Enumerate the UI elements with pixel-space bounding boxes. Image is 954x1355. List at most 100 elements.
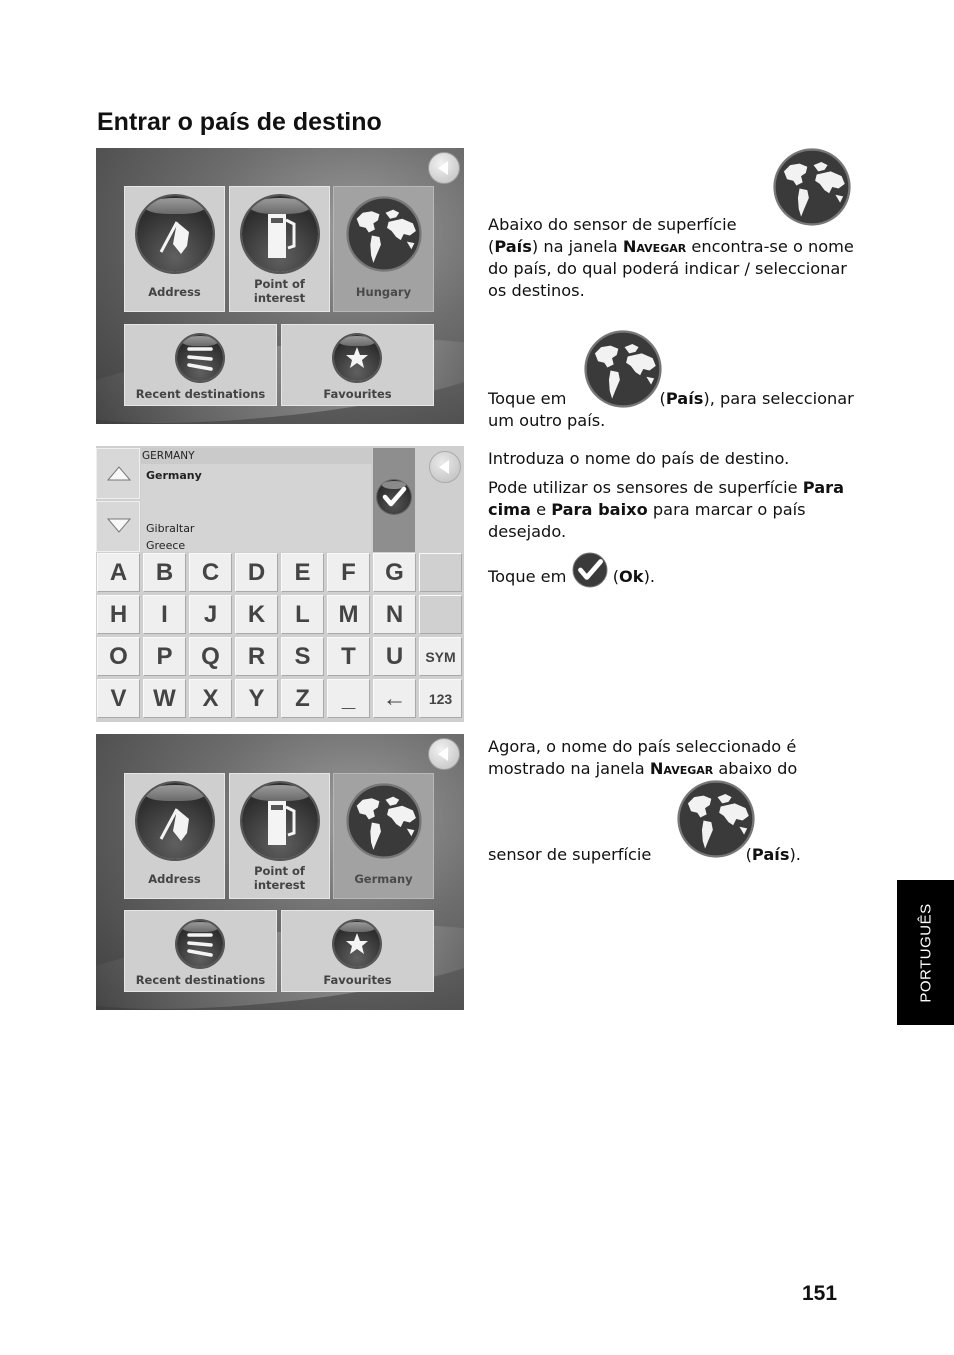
paragraph-6: Agora, o nome do país seleccionado é mos… [488, 736, 868, 866]
text: Toque em [488, 567, 572, 586]
tile-point-of-interest[interactable]: Point of interest [229, 773, 330, 899]
paragraph-1: Abaixo do sensor de superfície (País) na… [488, 148, 868, 302]
tile-label: Recent destinations [135, 973, 266, 987]
key-d[interactable]: D [235, 553, 278, 592]
key-q[interactable]: Q [189, 637, 232, 676]
tile-recent-destinations[interactable]: Recent destinations [124, 324, 277, 406]
key-i[interactable]: I [143, 595, 186, 634]
text: abaixo do [713, 759, 798, 778]
fuel-pump-icon [242, 196, 318, 272]
tile-label-line2: interest [253, 291, 306, 305]
list-icon [177, 921, 223, 967]
tile-label: Address [148, 872, 201, 886]
tile-favourites[interactable]: Favourites [281, 910, 434, 992]
key-x[interactable]: X [189, 679, 232, 718]
paragraph-5: Toque em (Ok). [488, 552, 868, 588]
tile-country[interactable]: Germany [333, 773, 434, 899]
key-l[interactable]: L [281, 595, 324, 634]
key-a[interactable]: A [97, 553, 140, 592]
key-o[interactable]: O [97, 637, 140, 676]
bold-text: Para baixo [551, 500, 648, 519]
key-sym[interactable]: SYM [419, 637, 462, 676]
key-c[interactable]: C [189, 553, 232, 592]
bold-text: Ok [619, 567, 644, 586]
text: e [530, 500, 552, 519]
tile-label: Hungary [355, 285, 412, 299]
tile-favourites[interactable]: Favourites [281, 324, 434, 406]
globe-icon [773, 148, 851, 226]
checkmark-icon [377, 480, 411, 514]
globe-icon [346, 196, 422, 272]
paragraph-2: Toque em (País), para seleccionar um out… [488, 330, 868, 432]
scroll-down-button[interactable] [96, 501, 140, 552]
tile-label: Point of interest [230, 864, 329, 892]
key-v[interactable]: V [97, 679, 140, 718]
language-label: PORTUGUÊS [917, 902, 934, 1003]
key-backspace[interactable]: ← [373, 679, 416, 718]
key-m[interactable]: M [327, 595, 370, 634]
bold-text: País [751, 845, 790, 864]
key-j[interactable]: J [189, 595, 232, 634]
key-u[interactable]: U [373, 637, 416, 676]
globe-icon [584, 330, 662, 408]
tile-label-line1: Point of [254, 277, 305, 291]
tile-point-of-interest[interactable]: Point of interest [229, 186, 330, 312]
navigate-screen-hungary: Address Point of interest Hungary Recent … [96, 148, 464, 424]
star-icon [334, 335, 380, 381]
navigate-screen-germany: Address Point of interest Germany Recent … [96, 734, 464, 1010]
list-item[interactable]: Germany [146, 469, 202, 482]
key-s[interactable]: S [281, 637, 324, 676]
list-item[interactable]: Gibraltar [146, 522, 194, 535]
tile-address[interactable]: Address [124, 186, 225, 312]
list-item[interactable]: Greece [146, 539, 185, 552]
ok-button[interactable] [373, 448, 415, 552]
arrow-down-icon [107, 518, 131, 533]
text: ( [607, 567, 620, 586]
key-123[interactable]: 123 [419, 679, 462, 718]
key-k[interactable]: K [235, 595, 278, 634]
tile-country[interactable]: Hungary [333, 186, 434, 312]
page-number: 151 [802, 1282, 838, 1305]
scroll-up-button[interactable] [96, 448, 140, 499]
text: Pode utilizar os sensores de superfície [488, 478, 803, 497]
language-tab: PORTUGUÊS [897, 880, 954, 1025]
checkmark-icon [572, 552, 608, 588]
flag-icon [137, 196, 213, 272]
paragraph-4: Pode utilizar os sensores de superfície … [488, 477, 868, 543]
key-y[interactable]: Y [235, 679, 278, 718]
back-arrow-icon[interactable] [428, 738, 460, 770]
key-blank [419, 595, 462, 634]
globe-icon [346, 783, 422, 859]
key-p[interactable]: P [143, 637, 186, 676]
back-arrow-icon[interactable] [428, 152, 460, 184]
key-space[interactable]: _ [327, 679, 370, 718]
key-blank [419, 553, 462, 592]
bold-text: País [494, 237, 532, 256]
key-n[interactable]: N [373, 595, 416, 634]
country-input-screen: GERMANY Germany Gibraltar Greece ABCDEFG… [96, 446, 464, 722]
key-b[interactable]: B [143, 553, 186, 592]
window-name: Navegar [649, 759, 714, 778]
star-icon [334, 921, 380, 967]
key-r[interactable]: R [235, 637, 278, 676]
tile-label-line2: interest [253, 878, 306, 892]
window-name: Navegar [622, 237, 687, 256]
fuel-pump-icon [242, 783, 318, 859]
key-z[interactable]: Z [281, 679, 324, 718]
key-t[interactable]: T [327, 637, 370, 676]
text: sensor de superfície [488, 845, 657, 864]
key-w[interactable]: W [143, 679, 186, 718]
tile-label: Germany [354, 872, 413, 886]
key-f[interactable]: F [327, 553, 370, 592]
arrow-up-icon [107, 466, 131, 481]
paragraph-3: Introduza o nome do país de destino. [488, 449, 790, 468]
key-e[interactable]: E [281, 553, 324, 592]
key-g[interactable]: G [373, 553, 416, 592]
back-arrow-icon[interactable] [429, 451, 461, 483]
key-h[interactable]: H [97, 595, 140, 634]
tile-address[interactable]: Address [124, 773, 225, 899]
tile-label: Point of interest [230, 277, 329, 305]
tile-label-line1: Point of [254, 864, 305, 878]
tile-recent-destinations[interactable]: Recent destinations [124, 910, 277, 992]
search-input[interactable]: GERMANY [141, 448, 372, 464]
